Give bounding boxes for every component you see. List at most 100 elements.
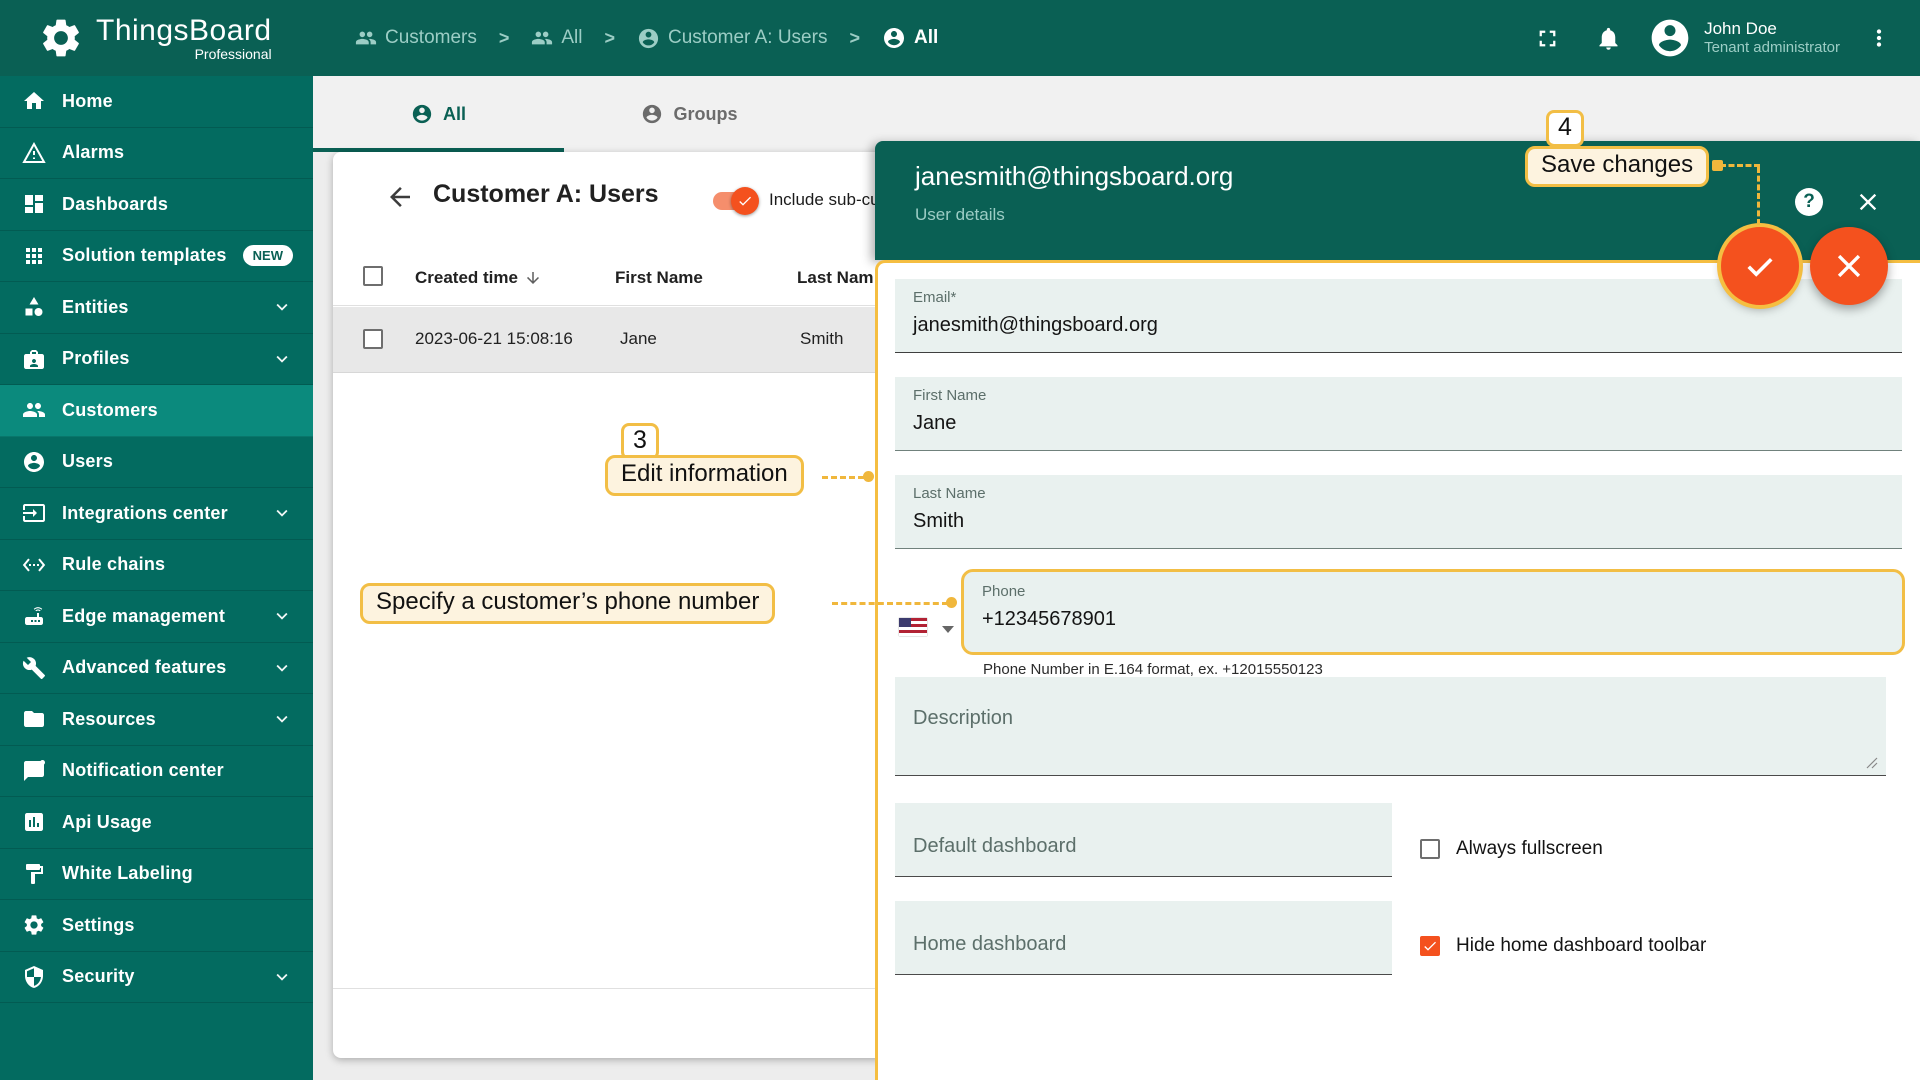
include-sub-customers-toggle[interactable]	[713, 187, 759, 215]
annotation-step-4-label: Save changes	[1525, 146, 1710, 187]
column-created-time[interactable]: Created time	[415, 268, 542, 288]
folder-icon	[24, 711, 44, 728]
sidebar-item-profiles[interactable]: Profiles	[0, 334, 313, 385]
sidebar-item-security[interactable]: Security	[0, 952, 313, 1003]
new-badge: NEW	[242, 245, 293, 267]
breadcrumb: Customers > All > Customer A: Users > Al…	[355, 26, 938, 50]
sidebar-item-settings[interactable]: Settings	[0, 900, 313, 952]
sidebar-item-alarms[interactable]: Alarms	[0, 128, 313, 179]
badge-icon	[24, 349, 44, 369]
annotation-connector	[1757, 167, 1760, 225]
dashboards-icon	[25, 195, 43, 214]
sidebar-item-advanced-features[interactable]: Advanced features	[0, 643, 313, 694]
help-icon[interactable]: ?	[1795, 188, 1823, 216]
thingsboard-app: ThingsBoard Professional Customers > All…	[0, 0, 1920, 1080]
home-icon	[24, 92, 44, 110]
sidebar-item-dashboards[interactable]: Dashboards	[0, 179, 313, 231]
first-name-label: First Name	[913, 387, 987, 404]
sidebar-item-customers[interactable]: Customers	[0, 385, 313, 437]
user-avatar[interactable]	[1648, 16, 1692, 60]
back-arrow-icon[interactable]	[385, 182, 415, 212]
tab-groups[interactable]: Groups	[564, 76, 815, 152]
people-icon	[532, 31, 553, 45]
resize-handle-icon[interactable]	[1866, 757, 1878, 769]
breadcrumb-separator: >	[498, 27, 510, 48]
chevron-down-icon	[276, 304, 288, 311]
sidebar-item-edge-management[interactable]: Edge management	[0, 591, 313, 643]
cell-last-name: Smith	[800, 329, 844, 348]
cell-first-name: Jane	[620, 329, 657, 348]
user-info: John Doe Tenant administrator	[1704, 18, 1840, 58]
sidebar-item-users[interactable]: Users	[0, 437, 313, 488]
chevron-down-icon	[276, 664, 288, 672]
hide-toolbar-checkbox[interactable]	[1420, 936, 1440, 956]
home-dashboard-field[interactable]: Home dashboard	[895, 901, 1392, 975]
first-name-field[interactable]: First Name Jane	[895, 377, 1902, 451]
annotation-connector-dot	[863, 471, 874, 482]
person-icon	[883, 28, 904, 48]
breadcrumb-all-customers[interactable]: All	[531, 27, 583, 49]
warning-icon	[22, 141, 46, 163]
sidebar-item-home[interactable]: Home	[0, 76, 313, 128]
breadcrumb-customer-a-users[interactable]: Customer A: Users	[637, 27, 827, 50]
input-icon	[23, 504, 45, 523]
breadcrumb-customers[interactable]: Customers	[355, 27, 477, 49]
column-label: Created time	[415, 268, 518, 287]
user-role: Tenant administrator	[1704, 39, 1840, 57]
tab-all[interactable]: All	[313, 76, 564, 152]
description-field[interactable]: Description	[895, 677, 1886, 776]
tab-label: Groups	[673, 103, 738, 124]
panel-subtitle: User details	[915, 205, 1005, 224]
select-all-checkbox[interactable]	[363, 266, 383, 286]
hide-toolbar-option: Hide home dashboard toolbar	[1420, 935, 1706, 957]
toggle-knob	[731, 187, 759, 215]
person-icon	[638, 28, 659, 48]
row-checkbox[interactable]	[363, 329, 383, 349]
default-dashboard-placeholder: Default dashboard	[913, 835, 1077, 857]
cancel-button[interactable]	[1810, 227, 1888, 305]
annotation-connector	[832, 602, 948, 605]
column-first-name[interactable]: First Name	[615, 268, 703, 288]
column-last-name[interactable]: Last Nam	[797, 268, 874, 288]
fullscreen-icon[interactable]	[1534, 25, 1561, 52]
notifications-bell-icon[interactable]	[1595, 25, 1622, 52]
always-fullscreen-checkbox[interactable]	[1420, 839, 1440, 859]
app-logo[interactable]: ThingsBoard Professional	[0, 14, 313, 62]
check-icon	[1424, 941, 1436, 951]
save-button[interactable]	[1721, 227, 1799, 305]
sidebar-item-notification-center[interactable]: Notification center	[0, 746, 313, 797]
country-select-arrow[interactable]	[942, 626, 954, 633]
annotation-step-4-number: 4	[1546, 110, 1584, 147]
shapes-icon	[25, 297, 43, 317]
sidebar-item-api-usage[interactable]: Api Usage	[0, 797, 313, 849]
check-icon	[739, 196, 751, 206]
default-dashboard-field[interactable]: Default dashboard	[895, 803, 1392, 877]
breadcrumb-label: Customers	[385, 27, 477, 48]
close-icon[interactable]	[1854, 188, 1882, 216]
last-name-field[interactable]: Last Name Smith	[895, 475, 1902, 549]
sidebar-item-solution-templates[interactable]: Solution templates NEW	[0, 231, 313, 282]
breadcrumb-label: All	[561, 27, 583, 48]
sidebar-item-label: Entities	[62, 296, 129, 317]
column-label: First Name	[615, 268, 703, 287]
person-icon	[24, 451, 44, 472]
phone-field[interactable]: Phone +12345678901	[961, 569, 1905, 655]
us-flag-icon[interactable]	[899, 618, 927, 636]
more-vert-icon[interactable]	[1866, 25, 1892, 51]
ethernet-icon	[22, 558, 46, 572]
sidebar-item-entities[interactable]: Entities	[0, 282, 313, 334]
thingsboard-logo-icon	[43, 19, 79, 57]
breadcrumb-all-users-current[interactable]: All	[882, 26, 938, 50]
sidebar-item-label: White Labeling	[62, 863, 193, 884]
sidebar-item-label: Edge management	[62, 605, 226, 626]
shield-icon	[25, 965, 43, 988]
sidebar-item-white-labeling[interactable]: White Labeling	[0, 849, 313, 900]
grid-icon	[26, 247, 42, 264]
sidebar-item-resources[interactable]: Resources	[0, 694, 313, 746]
breadcrumb-separator: >	[849, 27, 860, 48]
paint-icon	[26, 863, 43, 884]
sidebar-item-rule-chains[interactable]: Rule chains	[0, 540, 313, 591]
chat-icon	[24, 759, 45, 781]
home-dashboard-placeholder: Home dashboard	[913, 933, 1067, 955]
sidebar-item-integrations-center[interactable]: Integrations center	[0, 488, 313, 540]
